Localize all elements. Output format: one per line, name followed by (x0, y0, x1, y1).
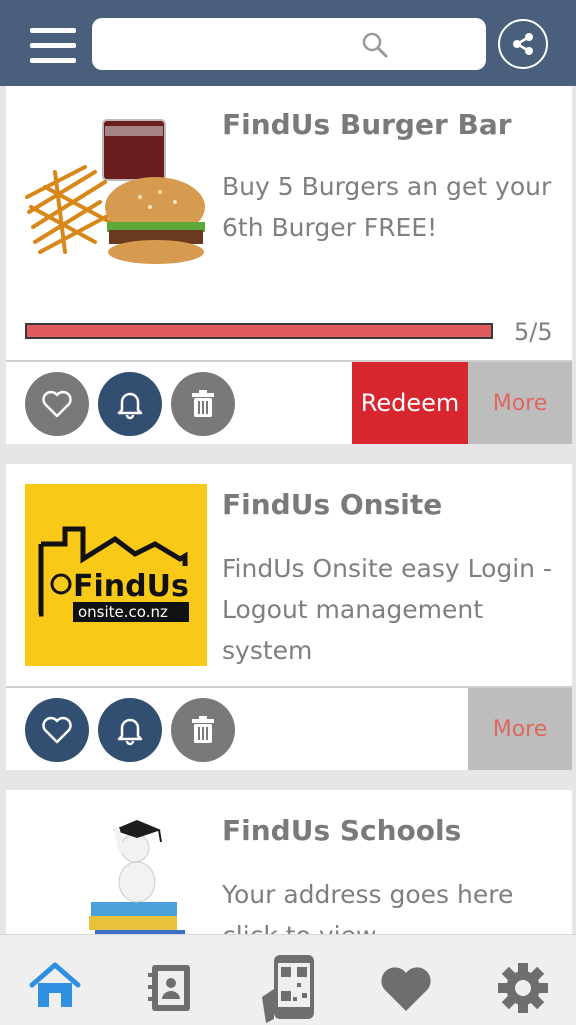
more-button[interactable]: More (468, 362, 572, 444)
card-title: FindUs Burger Bar (222, 108, 512, 141)
app-header (0, 0, 576, 86)
search-bar[interactable] (92, 18, 486, 70)
delete-button[interactable] (171, 372, 235, 436)
menu-icon[interactable] (30, 26, 76, 64)
findus-onsite-logo: FindUs onsite.co.nz (25, 484, 207, 666)
progress-fill (27, 325, 491, 337)
offer-card-burger: FindUs Burger Bar Buy 5 Burgers an get y… (6, 86, 572, 444)
card-title: FindUs Schools (222, 814, 462, 847)
notify-button[interactable] (98, 698, 162, 762)
stamp-progress-bar (25, 323, 493, 339)
card-title: FindUs Onsite (222, 488, 443, 521)
progress-count: 5/5 (514, 318, 553, 346)
card-description: Your address goes here click to view (222, 880, 514, 934)
heart-outline-icon (42, 716, 72, 744)
logo-brand-text: FindUs (73, 569, 189, 604)
favorite-button[interactable] (25, 372, 89, 436)
heart-outline-icon (42, 390, 72, 418)
bell-icon (117, 392, 143, 420)
more-button[interactable]: More (468, 688, 572, 770)
share-button[interactable] (498, 19, 548, 69)
trash-icon (192, 390, 214, 417)
offer-card-schools: FindUs Schools Your address goes here cl… (6, 790, 572, 934)
share-icon (513, 33, 533, 55)
favorite-button[interactable] (25, 698, 89, 762)
bottom-navigation (0, 934, 576, 1025)
settings-icon[interactable] (496, 961, 550, 1015)
card-description: FindUs Onsite easy Login - Logout manage… (222, 554, 552, 665)
qr-scan-icon[interactable] (260, 953, 318, 1025)
logo-url-text: onsite.co.nz (78, 603, 168, 621)
favorites-icon[interactable] (378, 965, 434, 1013)
redeem-button[interactable]: Redeem (352, 362, 468, 444)
trash-icon (192, 716, 214, 743)
home-icon[interactable] (28, 961, 82, 1011)
contacts-icon[interactable] (146, 963, 196, 1015)
burger-meal-image (25, 119, 205, 264)
bell-icon (117, 718, 143, 746)
search-icon[interactable] (362, 32, 388, 58)
notify-button[interactable] (98, 372, 162, 436)
card-description: Buy 5 Burgers an get your 6th Burger FRE… (222, 172, 552, 242)
delete-button[interactable] (171, 698, 235, 762)
offer-card-onsite: FindUs onsite.co.nz FindUs Onsite FindUs… (6, 464, 572, 770)
graduate-books-image (89, 820, 185, 934)
search-input[interactable] (106, 26, 470, 64)
